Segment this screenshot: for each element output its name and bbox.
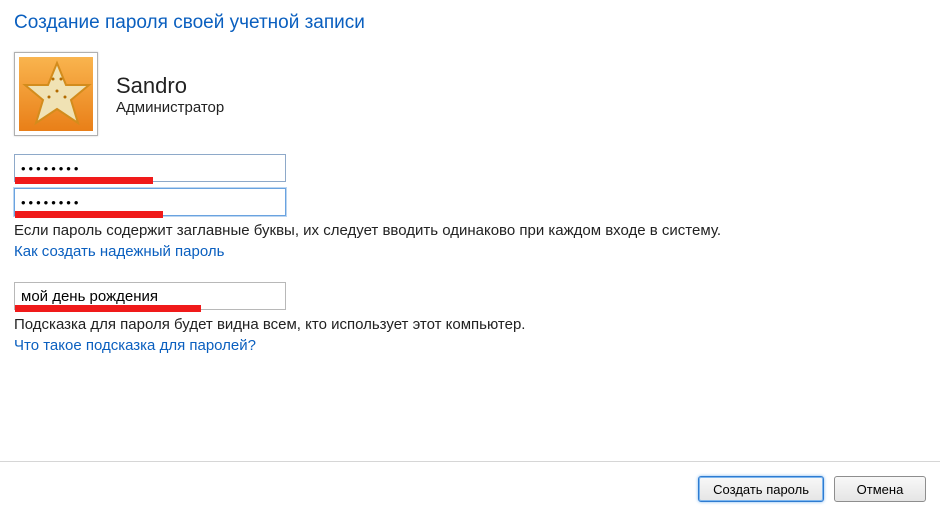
user-name: Sandro xyxy=(116,73,224,99)
user-role: Администратор xyxy=(116,99,224,116)
hint-note: Подсказка для пароля будет видна всем, к… xyxy=(14,316,926,333)
annotation-overlay xyxy=(15,211,163,218)
create-password-button[interactable]: Создать пароль xyxy=(698,476,824,502)
divider xyxy=(0,461,940,462)
button-bar: Создать пароль Отмена xyxy=(698,476,926,502)
avatar xyxy=(14,52,98,136)
caps-note: Если пароль содержит заглавные буквы, их… xyxy=(14,222,926,239)
hint-help-link[interactable]: Что такое подсказка для паролей? xyxy=(14,337,926,354)
hint-field-wrap xyxy=(14,282,286,310)
annotation-overlay xyxy=(15,305,201,312)
confirm-password-field-wrap xyxy=(14,188,286,216)
user-info-row: Sandro Администратор xyxy=(14,52,926,136)
annotation-overlay xyxy=(15,177,153,184)
cancel-button[interactable]: Отмена xyxy=(834,476,926,502)
password-field-wrap xyxy=(14,154,286,182)
strong-password-link[interactable]: Как создать надежный пароль xyxy=(14,243,926,260)
create-password-page: Создание пароля своей учетной записи San… xyxy=(0,0,940,524)
page-title: Создание пароля своей учетной записи xyxy=(14,12,926,34)
starfish-icon xyxy=(19,57,93,131)
user-text: Sandro Администратор xyxy=(116,73,224,116)
